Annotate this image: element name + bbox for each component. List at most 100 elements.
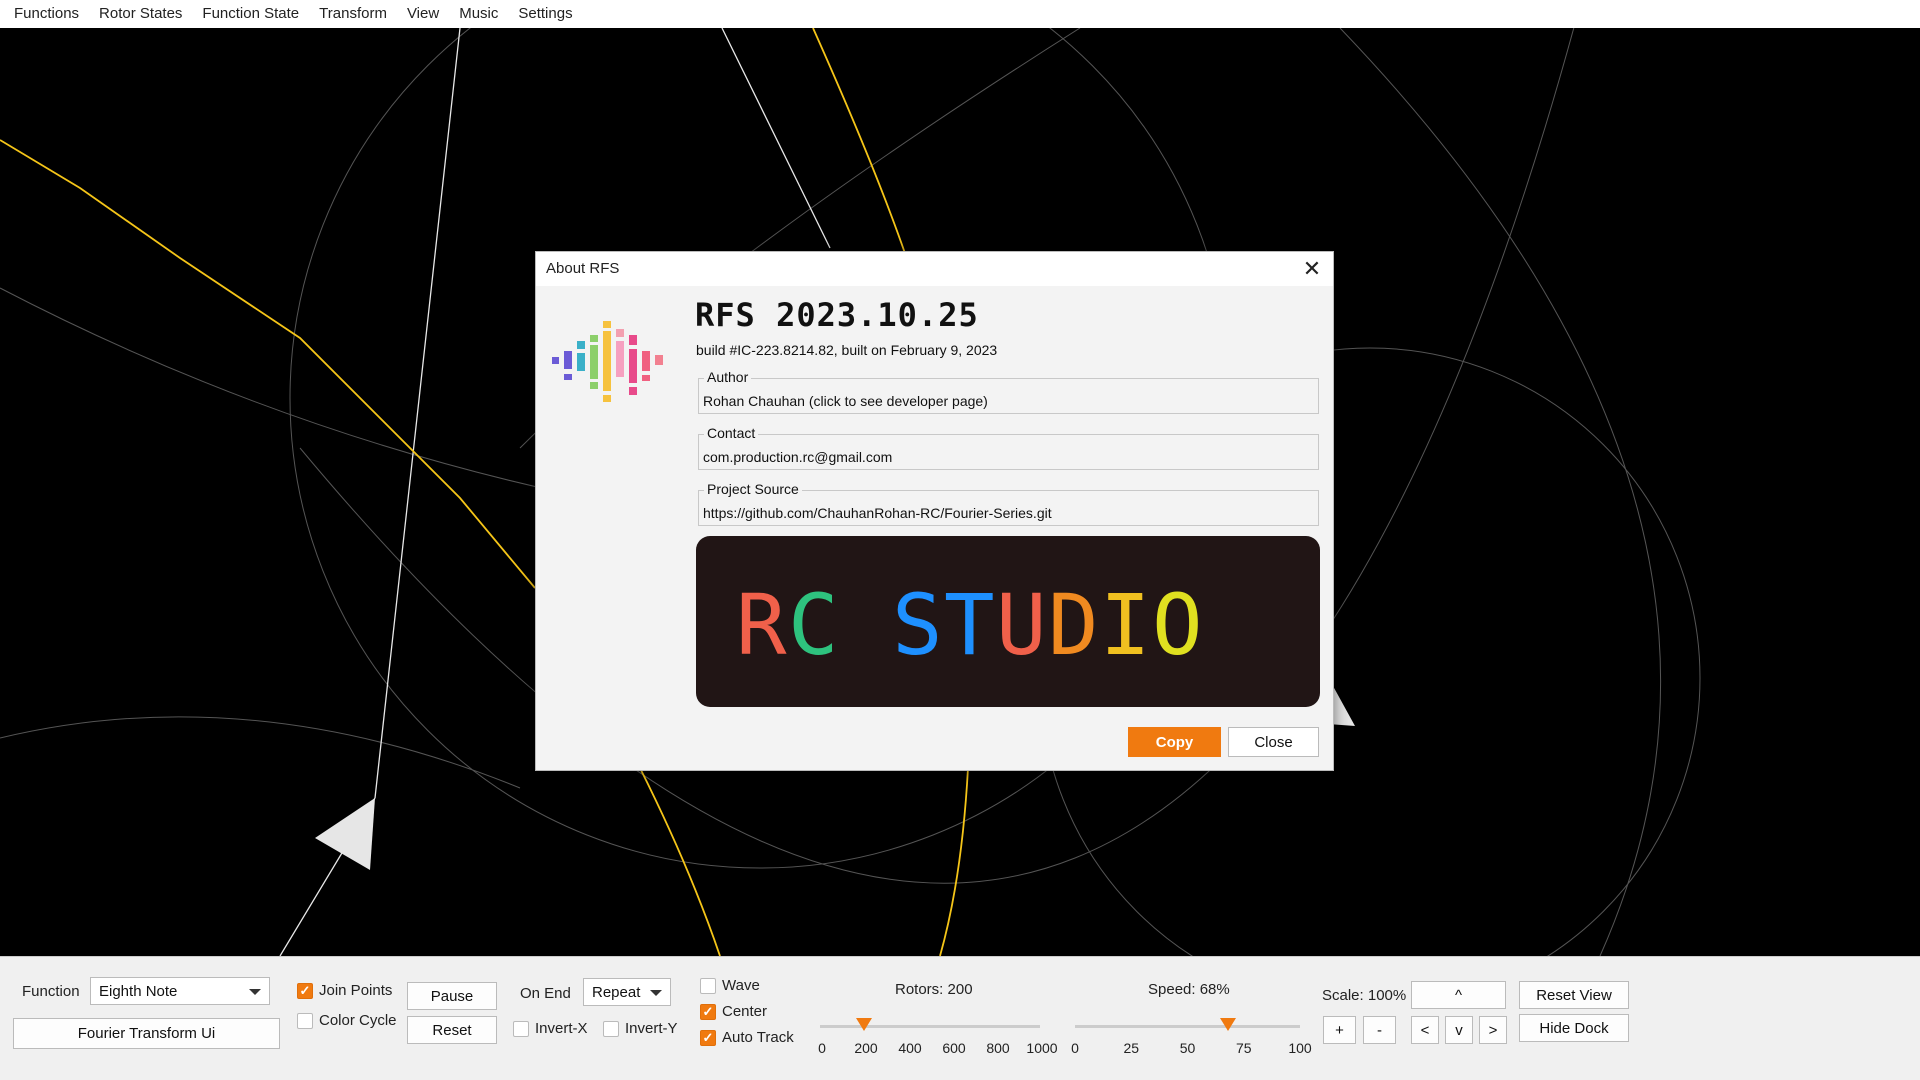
center-checkbox[interactable]: ✓ Center	[700, 1003, 767, 1020]
hide-dock-button[interactable]: Hide Dock	[1519, 1014, 1629, 1042]
studio-banner-graphic: RCSTUDIO	[736, 576, 1203, 674]
pan-left-button[interactable]: <	[1411, 1016, 1439, 1044]
checkbox-unchecked-icon	[513, 1020, 529, 1037]
tick-label: 25	[1123, 1040, 1140, 1056]
author-label: Author	[704, 369, 752, 385]
on-end-select-value: Repeat	[592, 983, 641, 1001]
app-name: RFS 2023.10.25	[695, 296, 979, 334]
copy-button[interactable]: Copy	[1128, 727, 1221, 757]
dialog-title: About RFS	[546, 260, 620, 277]
build-info: build #IC-223.8214.82, built on February…	[696, 342, 998, 358]
rotors-label: Rotors: 200	[895, 981, 973, 998]
source-group: Project Source https://github.com/Chauha…	[698, 481, 1319, 526]
source-value[interactable]: https://github.com/ChauhanRohan-RC/Fouri…	[703, 505, 1052, 521]
banner-letter: U	[996, 576, 1047, 674]
invert-x-label: Invert-X	[535, 1020, 588, 1037]
tick-label: 200	[854, 1040, 878, 1056]
author-group: Author Rohan Chauhan (click to see devel…	[698, 369, 1319, 414]
color-cycle-checkbox[interactable]: Color Cycle	[297, 1012, 397, 1029]
trace-path	[939, 767, 969, 956]
scale-label: Scale: 100%	[1322, 987, 1407, 1004]
close-button[interactable]: Close	[1228, 727, 1319, 757]
menu-rotor-states[interactable]: Rotor States	[89, 0, 192, 28]
function-select[interactable]: Eighth Note	[90, 977, 270, 1005]
rotor-arrow	[315, 798, 375, 870]
zoom-out-button[interactable]: -	[1363, 1016, 1396, 1044]
chevron-down-icon	[650, 990, 662, 996]
join-points-checkbox[interactable]: ✓ Join Points	[297, 982, 392, 999]
menu-function-state[interactable]: Function State	[192, 0, 309, 28]
menu-settings[interactable]: Settings	[508, 0, 582, 28]
control-dock: Function Eighth Note Fourier Transform U…	[0, 956, 1920, 1080]
rotor-line	[374, 28, 461, 799]
join-points-label: Join Points	[319, 982, 393, 999]
tick-label: 50	[1179, 1040, 1196, 1056]
reset-view-button[interactable]: Reset View	[1519, 981, 1629, 1009]
tick-label: 600	[942, 1040, 966, 1056]
dialog-titlebar: About RFS ✕	[536, 252, 1333, 286]
tick-label: 100	[1288, 1040, 1312, 1056]
banner-letter: C	[788, 576, 839, 674]
tick-label: 800	[986, 1040, 1010, 1056]
contact-group: Contact com.production.rc@gmail.com	[698, 425, 1319, 470]
banner-letter: I	[1100, 576, 1151, 674]
author-link[interactable]: Rohan Chauhan (click to see developer pa…	[703, 393, 988, 409]
reset-button[interactable]: Reset	[407, 1016, 497, 1044]
invert-y-label: Invert-Y	[625, 1020, 678, 1037]
tick-label: 0	[1071, 1040, 1079, 1056]
slider-track	[820, 1025, 1040, 1028]
banner-letter: S	[892, 576, 943, 674]
rotor-arc	[0, 716, 521, 789]
close-icon[interactable]: ✕	[1299, 256, 1325, 282]
slider-track	[1075, 1025, 1300, 1028]
trace-path	[0, 139, 536, 589]
on-end-label: On End	[520, 985, 571, 1002]
source-label: Project Source	[704, 481, 802, 497]
banner-letter: D	[1048, 576, 1099, 674]
rotor-arc	[1339, 28, 1662, 956]
pause-button[interactable]: Pause	[407, 982, 497, 1010]
menu-view[interactable]: View	[397, 0, 449, 28]
slider-handle[interactable]	[856, 1018, 872, 1031]
menu-music[interactable]: Music	[449, 0, 508, 28]
fourier-transform-button[interactable]: Fourier Transform Ui	[13, 1018, 280, 1049]
wave-label: Wave	[722, 977, 760, 994]
checkbox-unchecked-icon	[603, 1020, 619, 1037]
checkbox-unchecked-icon	[297, 1012, 313, 1029]
wave-checkbox[interactable]: Wave	[700, 977, 760, 994]
about-dialog: About RFS ✕ RFS 2023.10.25 build #IC-223…	[535, 251, 1334, 771]
chevron-down-icon	[249, 989, 261, 995]
rotors-slider[interactable]	[820, 1016, 1040, 1036]
pan-down-button[interactable]: v	[1445, 1016, 1473, 1044]
auto-track-label: Auto Track	[722, 1029, 794, 1046]
checkbox-checked-icon: ✓	[700, 1029, 716, 1046]
pan-right-button[interactable]: >	[1479, 1016, 1507, 1044]
auto-track-checkbox[interactable]: ✓ Auto Track	[700, 1029, 794, 1046]
speed-label: Speed: 68%	[1148, 981, 1230, 998]
trace-path	[812, 28, 911, 269]
invert-x-checkbox[interactable]: Invert-X	[513, 1020, 588, 1037]
on-end-select[interactable]: Repeat	[583, 978, 671, 1006]
checkbox-checked-icon: ✓	[297, 982, 313, 999]
pan-up-button[interactable]: ^	[1411, 981, 1506, 1009]
menu-functions[interactable]: Functions	[4, 0, 89, 28]
color-cycle-label: Color Cycle	[319, 1012, 397, 1029]
tick-label: 400	[898, 1040, 922, 1056]
tick-label: 0	[818, 1040, 826, 1056]
studio-banner: RCSTUDIO	[696, 536, 1320, 707]
zoom-in-button[interactable]: +	[1323, 1016, 1356, 1044]
tick-label: 1000	[1026, 1040, 1058, 1056]
banner-letter: R	[736, 576, 787, 674]
rotor-line	[721, 28, 831, 249]
function-select-value: Eighth Note	[99, 982, 178, 1000]
slider-handle[interactable]	[1220, 1018, 1236, 1031]
contact-value[interactable]: com.production.rc@gmail.com	[703, 449, 892, 465]
menu-bar: Functions Rotor States Function State Trans…	[0, 0, 1920, 28]
app-logo	[552, 321, 663, 402]
speed-slider[interactable]	[1075, 1016, 1300, 1036]
menu-transform[interactable]: Transform	[309, 0, 397, 28]
tick-label: 75	[1235, 1040, 1252, 1056]
invert-y-checkbox[interactable]: Invert-Y	[603, 1020, 678, 1037]
checkbox-checked-icon: ✓	[700, 1003, 716, 1020]
function-label: Function	[22, 983, 80, 1000]
